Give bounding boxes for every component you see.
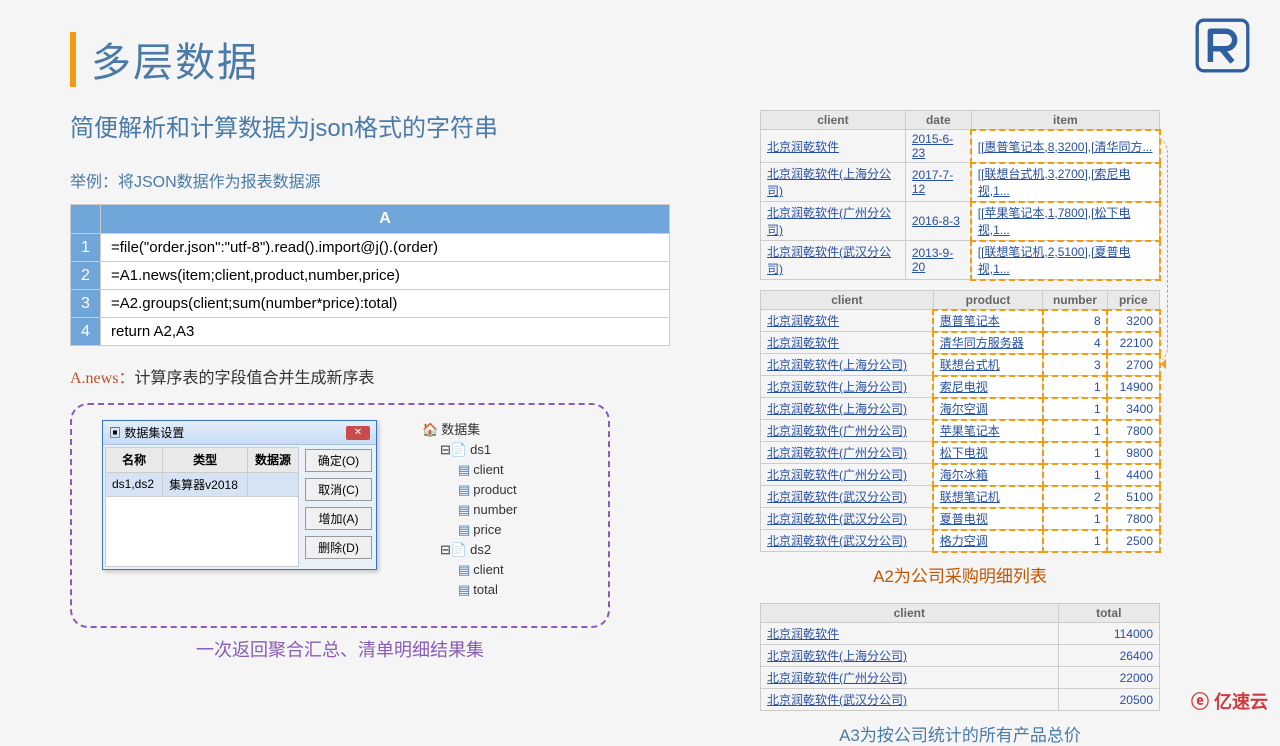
code-cell: =A2.groups(client;sum(number*price):tota… — [101, 290, 670, 318]
table-row: 北京润乾软件(武汉分公司)联想笔记机25100 — [761, 486, 1160, 508]
raw-data-table: clientdateitem北京润乾软件2015-6-23[[惠普笔记本,8,3… — [760, 110, 1160, 280]
table-row: 北京润乾软件(上海分公司)26400 — [761, 645, 1160, 667]
table-row: 北京润乾软件(武汉分公司)夏普电视17800 — [761, 508, 1160, 530]
expand-icon[interactable]: ⊟ — [440, 440, 451, 460]
tree-leaf[interactable]: number — [473, 500, 517, 520]
title-bar: 多层数据 — [70, 30, 1210, 88]
a3-table: clienttotal北京润乾软件114000北京润乾软件(上海分公司)2640… — [760, 603, 1160, 711]
page-title: 多层数据 — [91, 30, 259, 88]
a2-table: clientproductnumberprice北京润乾软件惠普笔记本83200… — [760, 290, 1160, 552]
accent-bar — [70, 32, 76, 87]
callout-box: ▣ 数据集设置 ✕ 名称 类型 数据源 ds1,ds2 集算器v2018 — [70, 403, 610, 628]
tree-leaf[interactable]: price — [473, 520, 501, 540]
delete-button[interactable]: 删除(D) — [305, 536, 372, 559]
table-row: 北京润乾软件(广州分公司)松下电视19800 — [761, 442, 1160, 464]
yisuyun-logo: 亿速云 — [1191, 688, 1268, 714]
tree-ds2[interactable]: ds2 — [470, 540, 491, 560]
add-button[interactable]: 增加(A) — [305, 507, 372, 530]
a3-caption: A3为按公司统计的所有产品总价 — [760, 721, 1160, 746]
table-row: 北京润乾软件(上海分公司)2017-7-12[[联想台式机,3,2700],[索… — [761, 163, 1160, 202]
dataset-list: 名称 类型 数据源 ds1,ds2 集算器v2018 — [105, 447, 299, 567]
dataset-dialog: ▣ 数据集设置 ✕ 名称 类型 数据源 ds1,ds2 集算器v2018 — [102, 420, 377, 570]
tree-leaf[interactable]: product — [473, 480, 516, 500]
table-row: 北京润乾软件(上海分公司)联想台式机32700 — [761, 354, 1160, 376]
tree-leaf[interactable]: client — [473, 460, 503, 480]
expand-icon[interactable]: ⊟ — [440, 540, 451, 560]
table-row: 北京润乾软件(上海分公司)海尔空调13400 — [761, 398, 1160, 420]
table-row: 北京润乾软件(武汉分公司)格力空调12500 — [761, 530, 1160, 552]
dialog-title: 数据集设置 — [124, 426, 184, 440]
table-row: 北京润乾软件惠普笔记本83200 — [761, 310, 1160, 332]
table-row: 北京润乾软件(广州分公司)海尔冰箱14400 — [761, 464, 1160, 486]
code-cell: return A2,A3 — [101, 318, 670, 346]
table-row: 北京润乾软件(上海分公司)索尼电视114900 — [761, 376, 1160, 398]
code-cell: =file("order.json":"utf-8").read().impor… — [101, 234, 670, 262]
code-header: A — [101, 205, 670, 234]
folder-icon: 🏠 — [422, 420, 438, 440]
dialog-icon: ▣ — [109, 426, 121, 440]
table-row: 北京润乾软件(武汉分公司)2013-9-20[[联想笔记机,2,5100],[夏… — [761, 241, 1160, 280]
tree-leaf[interactable]: client — [473, 560, 503, 580]
a2-caption: A2为公司采购明细列表 — [760, 562, 1160, 587]
code-table: A 1=file("order.json":"utf-8").read().im… — [70, 204, 670, 346]
table-row: 北京润乾软件(广州分公司)2016-8-3[[苹果笔记本,1,7800],[松下… — [761, 202, 1160, 241]
flow-arrow-icon — [1150, 135, 1168, 365]
callout-caption: 一次返回聚合汇总、清单明细结果集 — [70, 636, 610, 662]
table-row: 北京润乾软件(广州分公司)22000 — [761, 667, 1160, 689]
cancel-button[interactable]: 取消(C) — [305, 478, 372, 501]
ok-button[interactable]: 确定(O) — [305, 449, 372, 472]
table-row: 北京润乾软件114000 — [761, 623, 1160, 645]
table-row: 北京润乾软件(广州分公司)苹果笔记本17800 — [761, 420, 1160, 442]
table-row: 北京润乾软件2015-6-23[[惠普笔记本,8,3200],[清华同方... — [761, 130, 1160, 163]
close-icon[interactable]: ✕ — [346, 426, 370, 440]
table-row: 北京润乾软件(武汉分公司)20500 — [761, 689, 1160, 711]
tree-leaf[interactable]: total — [473, 580, 498, 600]
dataset-tree: 🏠数据集 ⊟ 📄ds1 ▤client ▤product ▤number ▤pr… — [422, 420, 517, 600]
table-row: 北京润乾软件清华同方服务器422100 — [761, 332, 1160, 354]
dataset-row[interactable]: ds1,ds2 集算器v2018 — [106, 472, 299, 497]
code-cell: =A1.news(item;client,product,number,pric… — [101, 262, 670, 290]
tree-ds1[interactable]: ds1 — [470, 440, 491, 460]
